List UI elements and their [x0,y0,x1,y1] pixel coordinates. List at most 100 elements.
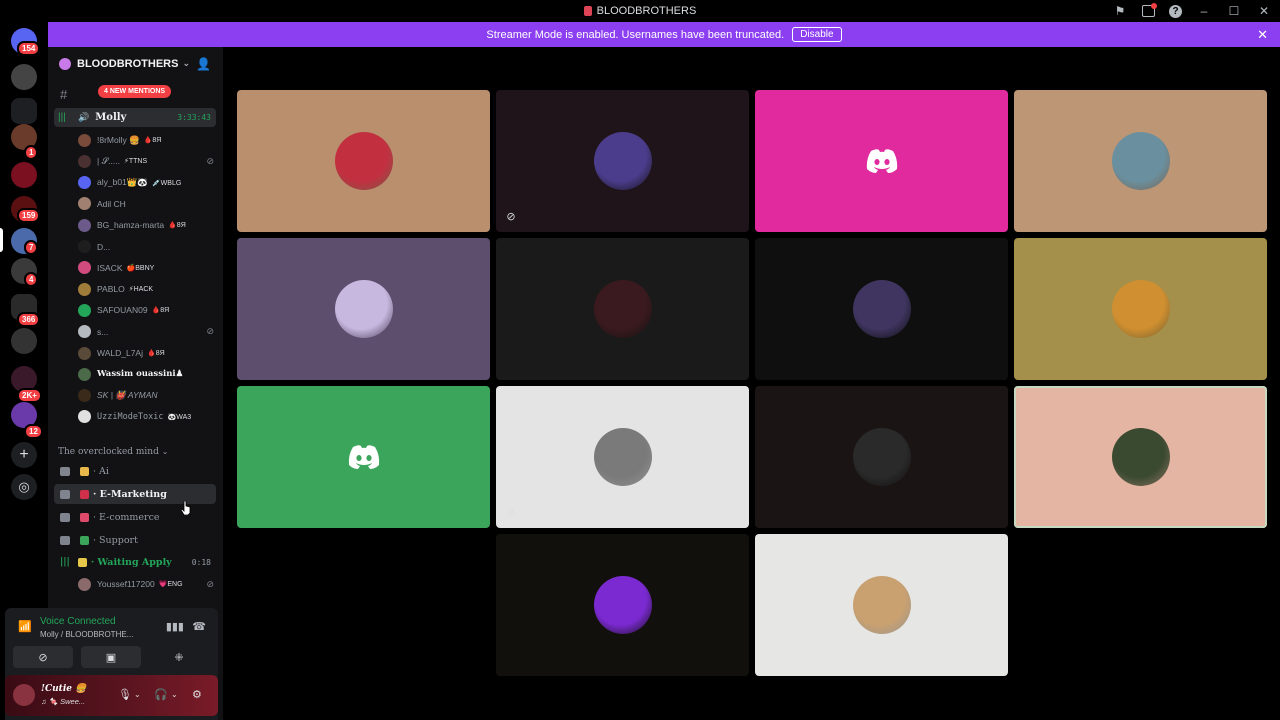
member-tag: 🩸8Я [146,350,165,357]
chevron-down-icon[interactable]: ⌄ [134,690,141,699]
participant-tile[interactable] [237,238,490,380]
participant-tile[interactable] [237,90,490,232]
participant-tile[interactable] [237,386,490,528]
participant-tile[interactable] [1014,386,1267,528]
voice-member[interactable]: UzziModeToxic 🐼WA3 [78,408,218,426]
server-badge: 159 [17,208,41,223]
server-icon[interactable] [11,64,37,90]
channel-e-commerce[interactable]: · E-commerce [54,507,216,527]
hash-icon: # [60,87,68,102]
voice-status[interactable]: Voice Connected [40,616,116,627]
channel-support[interactable]: · Support [54,530,216,550]
category-header[interactable]: The overclocked mind ⌄ [58,447,168,457]
avatar [78,389,91,403]
participant-avatar [593,132,652,190]
signal-icon[interactable]: 📶 [18,620,32,633]
channel-name: · E-Marketing [93,488,167,500]
disconnect-icon[interactable]: ☎ [192,620,206,633]
server-badge: 12 [24,424,43,439]
channel-e-marketing[interactable]: · E-Marketing [54,484,216,504]
voice-member[interactable]: aly_b01👑🐼 💉WBLG [78,174,218,192]
member-name: !8rMolly 🍔 [97,134,140,145]
member-tag: 💉WBLG [151,179,182,187]
activities-button[interactable]: ⁜ [149,646,209,668]
voice-member[interactable]: Wassim ouassini♟ [78,365,218,383]
voice-member[interactable]: | 𝓢..... ⚡TTNS ⊘ [78,152,218,170]
participant-tile[interactable] [755,90,1008,232]
invite-people-icon[interactable]: 👤 [196,57,211,71]
user-panel: !Cutie 🍔 ♫ 🍬 Swee... 🎙 ⌄ 🎧 ⌄ ⚙ [5,675,218,716]
member-name: Adil CH [97,198,126,209]
member-name: SAFOUAN09 [97,305,148,316]
participant-avatar [852,576,911,634]
server-name: BLOODBROTHERS [77,57,179,70]
voice-member[interactable]: WALD_L7Aj 🩸8Я [78,344,218,362]
voice-location[interactable]: Molly / BLOODBROTHE... [40,630,133,639]
member-name: BG_hamza-marta [97,220,165,231]
server-icon[interactable] [11,162,37,188]
avatar[interactable] [13,684,35,706]
username[interactable]: !Cutie 🍔 [41,684,86,694]
server-icon[interactable] [11,328,37,354]
inbox-icon[interactable] [1142,3,1157,17]
participant-tile[interactable]: ⊘ [496,386,749,528]
voice-member[interactable]: BG_hamza-marta 🩸8Я [78,216,218,234]
lock-icon [60,512,70,522]
avatar [78,133,91,147]
voice-channel-name: Molly [95,112,127,123]
participant-tile[interactable] [755,386,1008,528]
new-mentions-badge[interactable]: 4 NEW MENTIONS [98,85,172,98]
voice-member[interactable]: Youssef117200 💗ENG ⊘ [78,575,218,593]
settings-gear-icon[interactable]: ⚙ [192,688,202,701]
participant-avatar [593,428,652,486]
channel-name: · Ai [93,465,109,477]
folder-icon[interactable] [11,98,37,124]
participant-tile[interactable] [755,238,1008,380]
participant-tile[interactable] [1014,238,1267,380]
voice-member[interactable]: ISACK 🍎BBNY [78,259,218,277]
lock-icon [60,535,70,545]
voice-member[interactable]: !8rMolly 🍔 🩸8Я [78,131,218,149]
voice-member[interactable]: D... [78,238,218,256]
maximize-icon[interactable]: ☐ [1226,3,1242,19]
discover-icon[interactable]: ◎ [11,474,37,500]
screen-share-button[interactable]: ▣ [81,646,141,668]
disable-streamer-mode-button[interactable]: Disable [792,27,842,42]
help-icon[interactable]: ? [1169,4,1182,18]
voice-channel-molly[interactable]: ||| 🔊 Molly 3:33:43 [54,108,216,127]
member-tag: 🩸8Я [168,222,186,230]
flag-icon[interactable]: ⚑ [1112,3,1128,19]
deafened-icon: ⊘ [206,155,214,166]
participant-tile[interactable] [496,534,749,676]
voice-channel-waiting-apply[interactable]: ||| · Waiting Apply 0:18 [54,552,216,572]
noise-suppression-icon[interactable]: ▮▮▮ [166,620,184,633]
avatar [78,261,91,275]
close-window-icon[interactable]: ✕ [1256,3,1272,19]
chevron-down-icon[interactable]: ⌄ [171,690,178,699]
participant-tile[interactable] [755,534,1008,676]
avatar [78,346,91,360]
channel-ai[interactable]: · Ai [54,461,216,481]
deafened-icon: ⊘ [206,326,214,337]
voice-channel-icon: 🔊 [78,112,90,122]
server-header[interactable]: BLOODBROTHERS ⌄ 👤 [48,47,223,80]
voice-member[interactable]: SAFOUAN09 🩸8Я [78,301,218,319]
minimize-icon[interactable]: – [1196,3,1212,19]
chevron-down-icon: ⌄ [161,447,169,456]
microphone-icon[interactable]: 🎙 [118,688,132,701]
member-tag: ⚡TTNS [123,158,148,166]
headphones-icon[interactable]: 🎧 [154,688,168,701]
server-badge: 366 [17,312,41,327]
add-server-icon[interactable]: + [11,442,37,468]
voice-member[interactable]: PABLO ⚡HACK [78,280,218,298]
close-banner-icon[interactable]: ✕ [1257,27,1268,43]
lock-icon [60,489,70,499]
participant-tile[interactable] [1014,90,1267,232]
server-badge: 1 [24,145,39,160]
voice-member[interactable]: SK | 👹 AYMAN [78,387,218,405]
voice-member[interactable]: Adil CH [78,195,218,213]
participant-tile[interactable] [496,238,749,380]
camera-toggle-button[interactable]: ⊘ [13,646,73,668]
voice-member[interactable]: s... ⊘ [78,323,218,341]
participant-tile[interactable]: ⊘ [496,90,749,232]
